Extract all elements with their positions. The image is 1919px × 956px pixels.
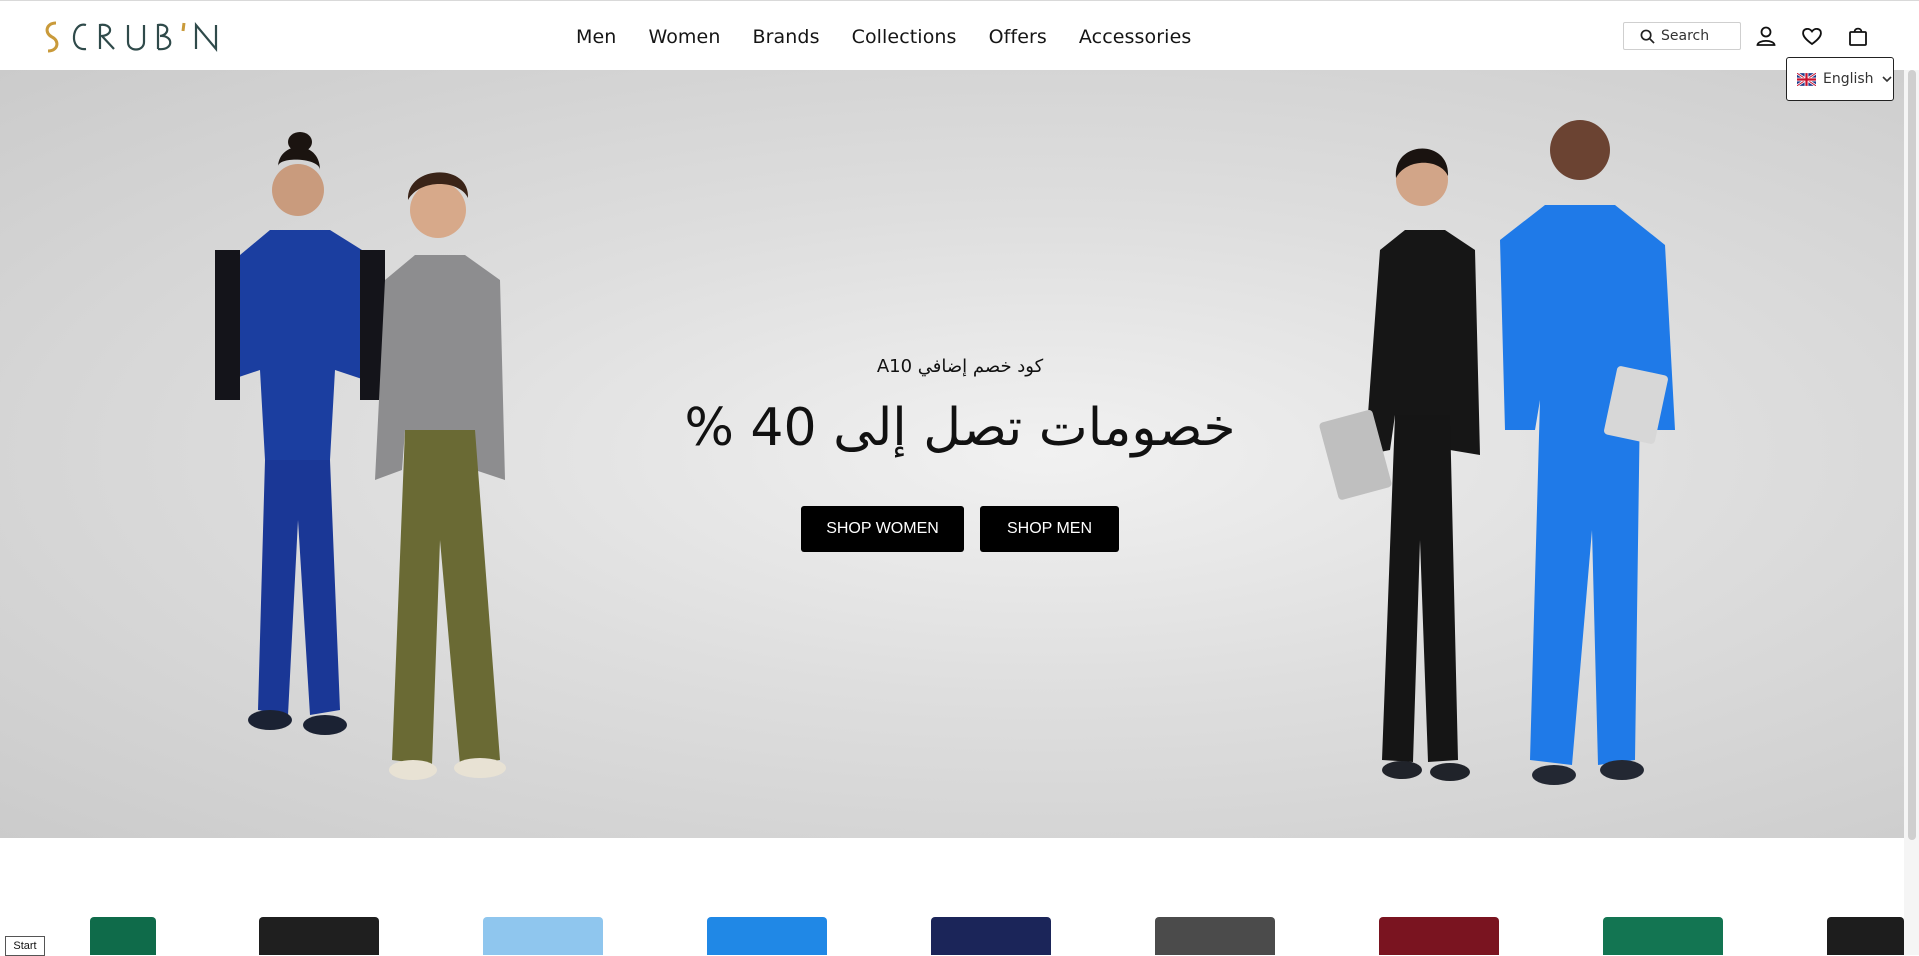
brand-logo[interactable] [36,15,226,57]
hero-subtitle: كود خصم إضافي A10 [876,356,1044,377]
product-thumbnail[interactable] [483,917,603,955]
hero-models-left-image [215,132,506,780]
site-header: Men Women Brands Collections Offers Acce… [0,1,1919,71]
start-button[interactable]: Start [5,936,45,956]
product-thumbnail[interactable] [707,917,827,955]
product-thumbnail[interactable] [259,917,379,955]
chevron-down-icon [1881,76,1892,83]
hero-models-right-image [1319,120,1675,785]
nav-item-women[interactable]: Women [632,21,736,53]
product-thumbnail[interactable] [1603,917,1723,955]
nav-item-men[interactable]: Men [560,21,632,53]
shopping-bag-icon[interactable] [1846,24,1870,48]
main-navigation: Men Women Brands Collections Offers Acce… [560,21,1207,53]
language-label: English [1823,71,1874,87]
product-thumbnail[interactable] [931,917,1051,955]
shop-women-button[interactable]: SHOP WOMEN [801,506,964,552]
product-thumbnail[interactable] [90,917,156,955]
wishlist-heart-icon[interactable] [1800,24,1824,48]
account-icon[interactable] [1754,24,1778,48]
nav-item-brands[interactable]: Brands [736,21,835,53]
scrollbar-thumb[interactable] [1908,70,1916,840]
hero-banner: كود خصم إضافي A10 خصومات تصل إلى 40 % SH… [0,70,1904,838]
nav-item-accessories[interactable]: Accessories [1063,21,1207,53]
uk-flag-icon [1797,72,1816,86]
nav-item-offers[interactable]: Offers [973,21,1063,53]
hero-title: خصومات تصل إلى 40 % [684,398,1236,458]
product-thumbnail[interactable] [1827,917,1904,955]
search-input[interactable]: Search [1623,22,1741,50]
nav-item-collections[interactable]: Collections [836,21,973,53]
shop-men-button[interactable]: SHOP MEN [980,506,1119,552]
product-thumbnail[interactable] [1379,917,1499,955]
product-thumbnail[interactable] [1155,917,1275,955]
search-icon [1640,29,1655,44]
language-selector[interactable]: English [1786,57,1894,101]
search-placeholder: Search [1661,28,1710,44]
